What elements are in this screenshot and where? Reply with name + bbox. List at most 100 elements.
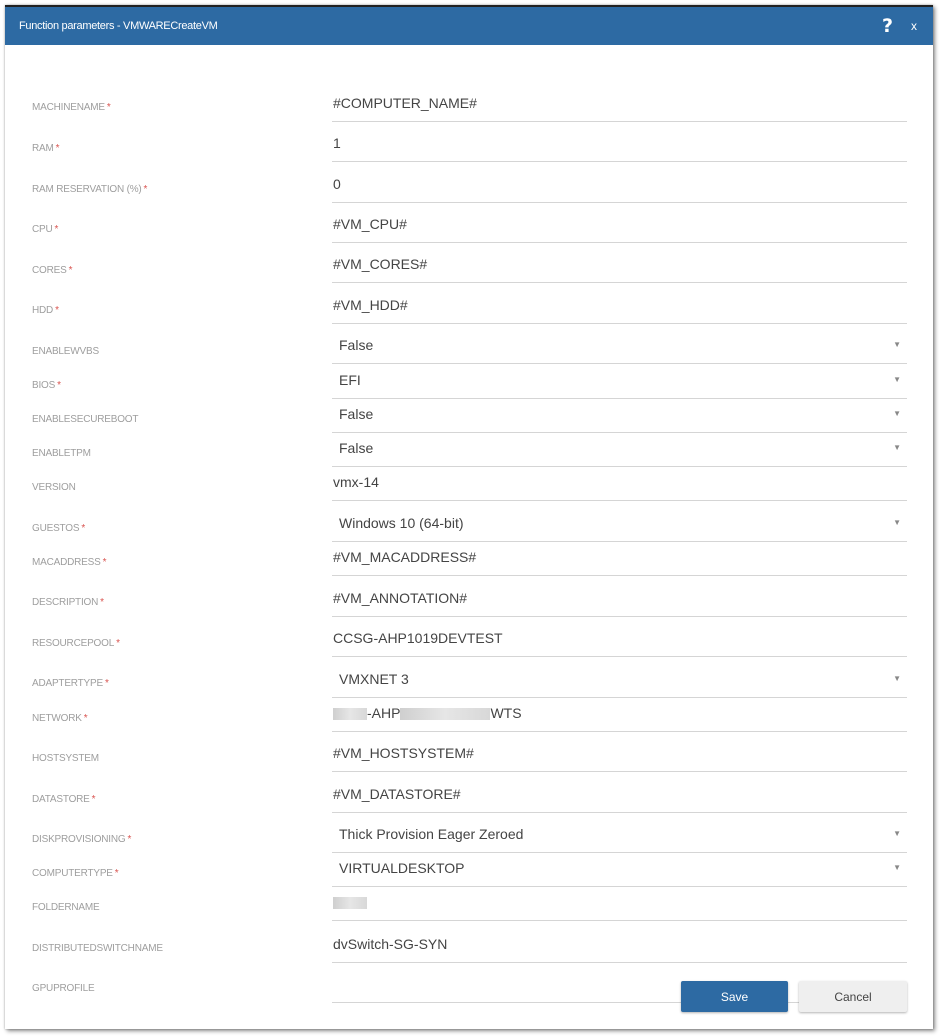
param-value: #VM_CORES# (333, 256, 428, 272)
param-input[interactable]: #VM_MACADDRESS# (332, 541, 907, 576)
param-input[interactable]: dvSwitch-SG-SYN (332, 927, 907, 963)
param-label-text: RESOURCEPOOL (32, 638, 115, 649)
param-dropdown[interactable]: False ▼ (332, 432, 907, 467)
param-value: #VM_CPU# (333, 216, 407, 232)
param-value: 1 (333, 135, 341, 151)
param-value (333, 894, 367, 910)
param-label: VERSION (32, 482, 76, 493)
param-label: ENABLEWVBS (32, 346, 99, 357)
param-input[interactable]: CCSG-AHP1019DEVTEST (332, 621, 907, 657)
param-value: 0 (333, 176, 341, 192)
close-icon[interactable]: x (911, 19, 917, 33)
param-dropdown[interactable]: EFI ▼ (332, 364, 907, 399)
param-input[interactable]: #COMPUTER_NAME# (332, 86, 907, 122)
save-button[interactable]: Save (681, 981, 788, 1012)
param-label: CPU * (32, 224, 58, 235)
param-label-text: MACADDRESS (32, 557, 101, 568)
param-label: COMPUTERTYPE * (32, 868, 119, 879)
param-dropdown[interactable]: Windows 10 (64-bit) ▼ (332, 506, 907, 542)
redacted-block (333, 897, 367, 910)
chevron-down-icon[interactable]: ▼ (893, 863, 901, 872)
param-value: #VM_MACADDRESS# (333, 549, 477, 565)
param-label-text: NETWORK (32, 713, 82, 724)
cancel-button[interactable]: Cancel (799, 981, 907, 1012)
param-dropdown[interactable]: VMXNET 3 ▼ (332, 662, 907, 698)
param-value: VMXNET 3 (339, 671, 409, 687)
required-marker: * (114, 868, 119, 879)
help-icon[interactable]: ? (882, 15, 893, 37)
param-label-text: HOSTSYSTEM (32, 753, 99, 764)
param-label-text: GUESTOS (32, 523, 80, 534)
function-parameters-dialog: Function parameters - VMWARECreateVM ? x… (5, 5, 933, 1029)
required-marker: * (81, 523, 86, 534)
param-label-text: BIOS (32, 380, 56, 391)
param-label: RAM * (32, 143, 60, 154)
param-value: Thick Provision Eager Zeroed (339, 826, 524, 842)
param-label-text: ADAPTERTYPE (32, 678, 103, 689)
param-input[interactable]: #VM_ANNOTATION# (332, 581, 907, 617)
param-label-text: COMPUTERTYPE (32, 868, 113, 879)
param-input[interactable] (332, 886, 907, 921)
param-dropdown[interactable]: Thick Provision Eager Zeroed ▼ (332, 818, 907, 853)
param-label-text: GPUPROFILE (32, 983, 95, 994)
chevron-down-icon[interactable]: ▼ (893, 409, 901, 418)
param-label-text: RAM (32, 143, 54, 154)
param-input[interactable]: #VM_DATASTORE# (332, 777, 907, 813)
param-dropdown[interactable]: VIRTUALDESKTOP ▼ (332, 852, 907, 887)
redacted-block (400, 708, 491, 721)
param-label-text: RAM RESERVATION (%) (32, 184, 142, 195)
param-label-text: DESCRIPTION (32, 597, 99, 608)
required-marker: * (127, 834, 132, 845)
required-marker: * (116, 638, 120, 649)
chevron-down-icon[interactable]: ▼ (893, 518, 901, 527)
param-value: VIRTUALDESKTOP (339, 860, 465, 876)
param-label: ENABLETPM (32, 448, 91, 459)
param-label: RAM RESERVATION (%) * (32, 184, 147, 195)
param-label: ENABLESECUREBOOT (32, 414, 138, 425)
param-input[interactable]: #VM_HDD# (332, 288, 907, 324)
param-value: False (339, 440, 374, 456)
chevron-down-icon[interactable]: ▼ (893, 443, 901, 452)
param-label: NETWORK * (32, 713, 88, 724)
chevron-down-icon[interactable]: ▼ (893, 674, 901, 683)
param-label-text: ENABLEWVBS (32, 346, 99, 357)
chevron-down-icon[interactable]: ▼ (893, 375, 901, 384)
dialog-title: Function parameters - VMWARECreateVM (19, 20, 218, 32)
param-label: HDD * (32, 305, 59, 316)
param-value-suffix: WTS (490, 705, 522, 721)
param-label-text: MACHINENAME (32, 102, 105, 113)
param-input[interactable]: #VM_CORES# (332, 247, 907, 283)
required-marker: * (55, 143, 60, 154)
param-value: False (339, 337, 374, 353)
chevron-down-icon[interactable]: ▼ (893, 340, 901, 349)
required-marker: * (143, 184, 148, 195)
param-input[interactable]: #VM_HOSTSYSTEM# (332, 736, 907, 772)
param-input[interactable]: -AHP WTS (332, 697, 907, 732)
dialog-header: Function parameters - VMWARECreateVM ? x (5, 7, 933, 45)
param-dropdown[interactable]: False ▼ (332, 398, 907, 433)
param-label: GUESTOS * (32, 523, 85, 534)
required-marker: * (104, 678, 109, 689)
param-dropdown[interactable]: False ▼ (332, 329, 907, 364)
param-value: #VM_HOSTSYSTEM# (333, 745, 474, 761)
chevron-down-icon[interactable]: ▼ (893, 829, 901, 838)
param-value: False (339, 406, 374, 422)
param-input[interactable]: 1 (332, 126, 907, 162)
param-label-text: DATASTORE (32, 794, 90, 805)
required-marker: * (57, 380, 61, 391)
param-value-text: -AHP (367, 705, 401, 721)
param-value: vmx-14 (333, 474, 379, 490)
param-value: -AHP WTS (333, 705, 522, 721)
param-label: ADAPTERTYPE * (32, 678, 109, 689)
param-input[interactable]: #VM_CPU# (332, 207, 907, 243)
required-marker: * (100, 597, 104, 608)
param-label-text: HDD (32, 305, 54, 316)
param-label-text: CPU (32, 224, 53, 235)
required-marker: * (68, 265, 73, 276)
required-marker: * (106, 102, 111, 113)
param-label: DISTRIBUTEDSWITCHNAME (32, 943, 163, 954)
param-input[interactable]: 0 (332, 167, 907, 203)
param-value: dvSwitch-SG-SYN (333, 936, 448, 952)
param-label: HOSTSYSTEM (32, 753, 99, 764)
param-input[interactable]: vmx-14 (332, 466, 907, 501)
